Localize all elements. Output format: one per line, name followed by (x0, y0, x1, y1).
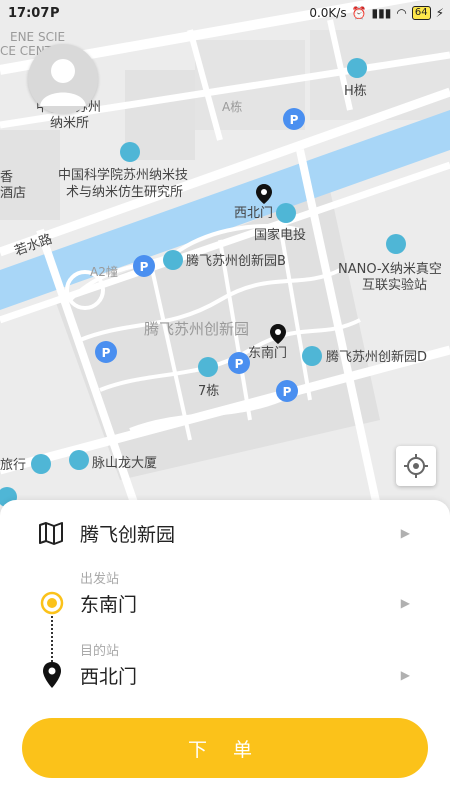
charging-icon: ⚡ (435, 6, 444, 20)
notification-p-icon: P (50, 6, 60, 21)
map-label-nano-x-line1: NANO-X纳米真空 (338, 262, 442, 277)
map-label-tengfei-b: 腾飞苏州创新园B (186, 254, 286, 269)
map-label-nano-institute: 纳米所 (50, 116, 90, 131)
map-label-a2-building: A2幢 (90, 265, 118, 279)
map-label-tengfei-center: 腾飞苏州创新园 (144, 320, 250, 338)
map-label-guojia-diantou: 国家电投 (254, 228, 307, 243)
map-label-nano-x-line2: 互联实验站 (362, 278, 428, 293)
arrival-caption: 目的站 (80, 644, 120, 659)
chevron-right-icon: ▶ (400, 526, 410, 540)
folded-map-icon (39, 522, 63, 545)
chevron-right-icon: ▶ (400, 668, 410, 682)
svg-text:P: P (140, 260, 149, 274)
wifi-icon: ◠ (396, 6, 407, 20)
route-connector (51, 616, 55, 662)
yellow-dot-icon (40, 591, 64, 615)
map-label-xibeimen: 西北门 (234, 206, 274, 221)
departure-caption: 出发站 (80, 572, 120, 587)
map-label-institute-line2: 术与纳米仿生研究所 (66, 185, 184, 200)
signal-icon: ▮▮▮ (371, 6, 392, 20)
map-label-h-building: H栋 (344, 84, 367, 99)
map-label-dongnanmen: 东南门 (248, 346, 288, 361)
status-time: 17:07 (8, 6, 50, 21)
map-label-hotel-partial-2: 酒店 (0, 186, 27, 201)
status-bar: 17:07 P 0.0K/s ⏰ ▮▮▮ ◠ 64 ⚡ (0, 0, 450, 30)
locate-button[interactable] (396, 446, 436, 486)
chevron-right-icon: ▶ (400, 596, 410, 610)
map-label-a-building: A栋 (222, 100, 243, 114)
user-avatar-icon (40, 59, 86, 106)
map-label-institute-line1: 中国科学院苏州纳米技 (58, 168, 189, 183)
crosshair-icon (404, 454, 428, 478)
destination-area-name: 腾飞创新园 (80, 523, 176, 546)
svg-text:P: P (235, 357, 244, 371)
svg-text:P: P (283, 385, 292, 399)
map-label-hotel-bottom: 旅行 (0, 458, 27, 473)
map-label-maishan-longdasha: 脉山龙大厦 (92, 456, 158, 471)
network-speed: 0.0K/s (309, 6, 347, 20)
departure-row[interactable]: 东南门 ▶ (0, 588, 450, 618)
alarm-icon: ⏰ (351, 6, 367, 20)
map-label-hotel-partial-1: 香 (0, 170, 14, 185)
black-pin-icon (43, 662, 61, 688)
place-order-button[interactable]: 下 单 (22, 718, 428, 778)
destination-area-row[interactable]: 腾飞创新园 ▶ (0, 518, 450, 548)
svg-text:P: P (290, 113, 299, 127)
arrival-row[interactable]: 西北门 ▶ (0, 660, 450, 690)
map-label-science-partial: ENE SCIE (10, 30, 66, 44)
svg-text:P: P (102, 346, 111, 360)
map-label-building-7: 7栋 (198, 384, 220, 399)
map-label-tengfei-d: 腾飞苏州创新园D (326, 350, 428, 365)
avatar[interactable] (28, 44, 98, 114)
status-right-group: 0.0K/s ⏰ ▮▮▮ ◠ 64 ⚡ (309, 6, 444, 20)
battery-icon: 64 (411, 6, 431, 20)
arrival-station: 西北门 (80, 665, 138, 688)
departure-station: 东南门 (80, 593, 138, 616)
